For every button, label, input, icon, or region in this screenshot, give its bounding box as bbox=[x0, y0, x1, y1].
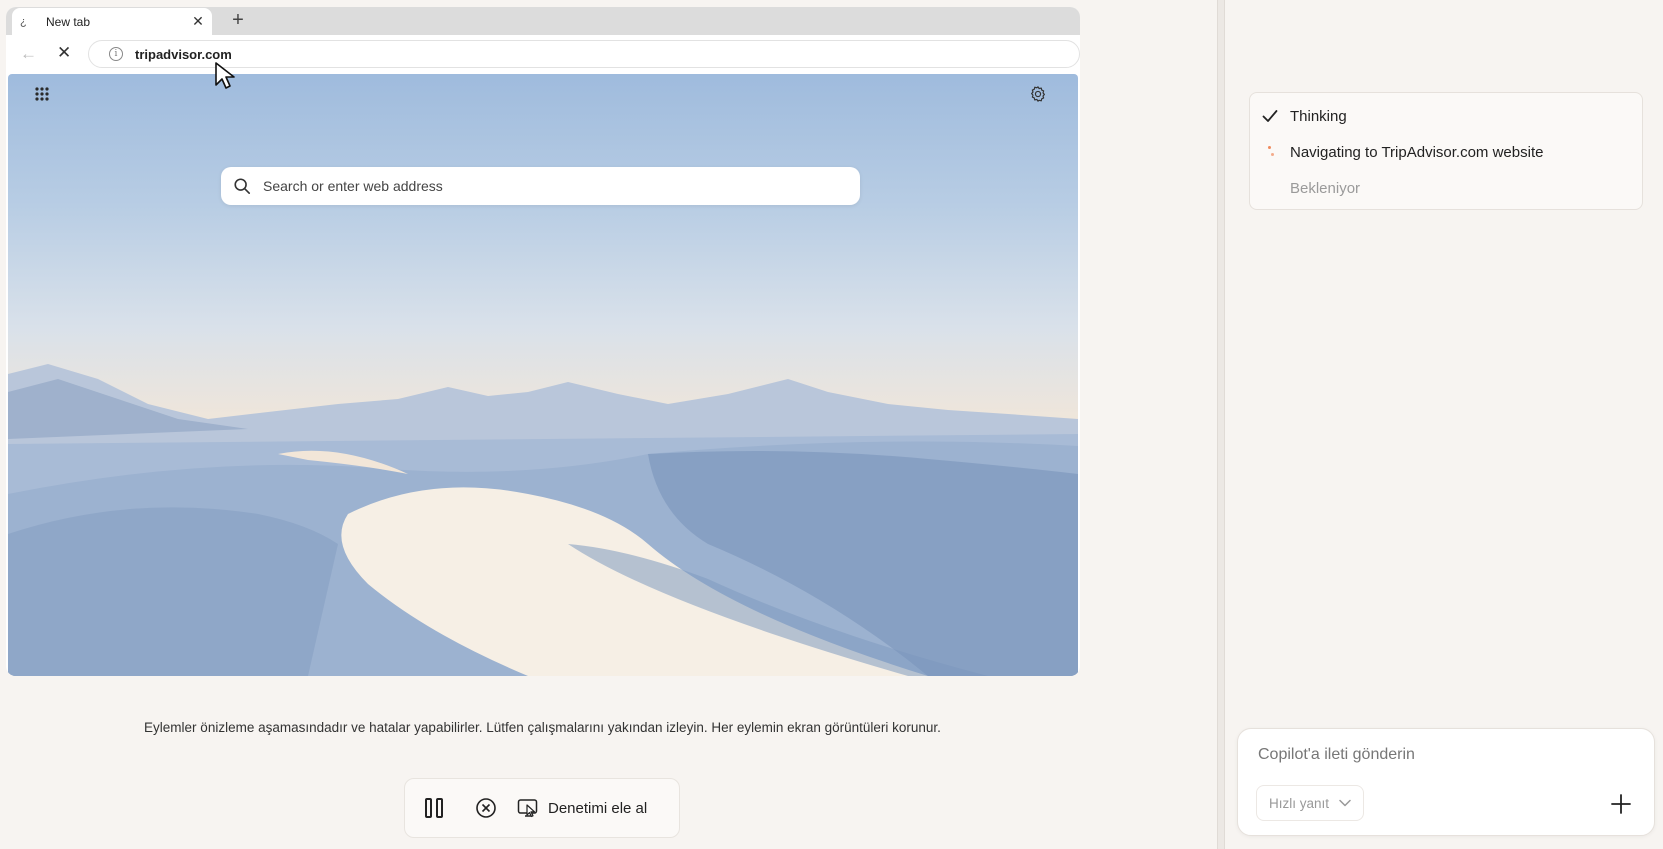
add-attachment-icon[interactable] bbox=[1610, 793, 1632, 815]
preview-disclaimer: Eylemler önizleme aşamasındadır ve hatal… bbox=[144, 720, 941, 735]
response-mode-select[interactable]: Hızlı yanıt bbox=[1256, 785, 1365, 821]
tab-close-icon[interactable]: ✕ bbox=[188, 13, 208, 30]
new-tab-button[interactable]: + bbox=[226, 9, 250, 33]
step-label: Thinking bbox=[1290, 107, 1347, 125]
check-icon bbox=[1250, 109, 1290, 123]
address-text[interactable]: tripadvisor.com bbox=[135, 47, 232, 62]
search-icon bbox=[234, 178, 251, 195]
cursor-icon bbox=[215, 62, 235, 89]
takeover-button[interactable]: Denetimi ele al bbox=[517, 798, 647, 818]
apps-grid-icon[interactable] bbox=[34, 86, 50, 102]
info-icon[interactable]: i bbox=[109, 47, 123, 61]
tab-favicon-icon: ¿ bbox=[20, 15, 27, 28]
stop-loading-icon[interactable]: ✕ bbox=[57, 43, 71, 63]
back-arrow-icon[interactable]: ← bbox=[20, 44, 37, 64]
takeover-icon bbox=[517, 799, 538, 818]
takeover-label: Denetimi ele al bbox=[548, 799, 648, 817]
search-placeholder[interactable]: Search or enter web address bbox=[263, 178, 443, 194]
tab-strip: ¿ New tab ✕ + bbox=[6, 7, 1080, 35]
pause-icon[interactable] bbox=[425, 797, 447, 819]
panel-divider[interactable] bbox=[1217, 0, 1225, 849]
chevron-down-icon bbox=[1339, 799, 1351, 807]
chat-input[interactable]: Copilot'a ileti gönderin bbox=[1258, 746, 1415, 764]
desert-landscape-background bbox=[8, 364, 1078, 676]
response-mode-label: Hızlı yanıt bbox=[1269, 795, 1330, 811]
tab-title: New tab bbox=[46, 14, 91, 29]
step-label: Navigating to TripAdvisor.com website bbox=[1290, 143, 1544, 161]
progress-steps-card: Thinking Navigating to TripAdvisor.com w… bbox=[1249, 92, 1643, 210]
tab-new-tab[interactable]: ¿ New tab ✕ bbox=[12, 8, 212, 35]
chat-input-card: Copilot'a ileti gönderin Hızlı yanıt bbox=[1237, 728, 1655, 836]
action-control-bar: Denetimi ele al bbox=[404, 778, 680, 838]
step-item-navigating: Navigating to TripAdvisor.com website bbox=[1250, 142, 1543, 162]
step-item-thinking: Thinking bbox=[1250, 106, 1347, 126]
stop-circle-icon[interactable] bbox=[475, 797, 497, 819]
step-item-waiting: Bekleniyor bbox=[1250, 178, 1360, 198]
settings-gear-icon[interactable] bbox=[1029, 85, 1047, 103]
search-box[interactable]: Search or enter web address bbox=[221, 167, 860, 205]
new-tab-page: Search or enter web address bbox=[8, 74, 1078, 676]
step-label: Bekleniyor bbox=[1290, 179, 1361, 197]
loading-dots-icon bbox=[1250, 145, 1290, 159]
browser-toolbar: ← ✕ i tripadvisor.com bbox=[6, 35, 1080, 74]
browser-preview: ¿ New tab ✕ + ← ✕ i tripadvisor.com Sear… bbox=[6, 7, 1080, 676]
